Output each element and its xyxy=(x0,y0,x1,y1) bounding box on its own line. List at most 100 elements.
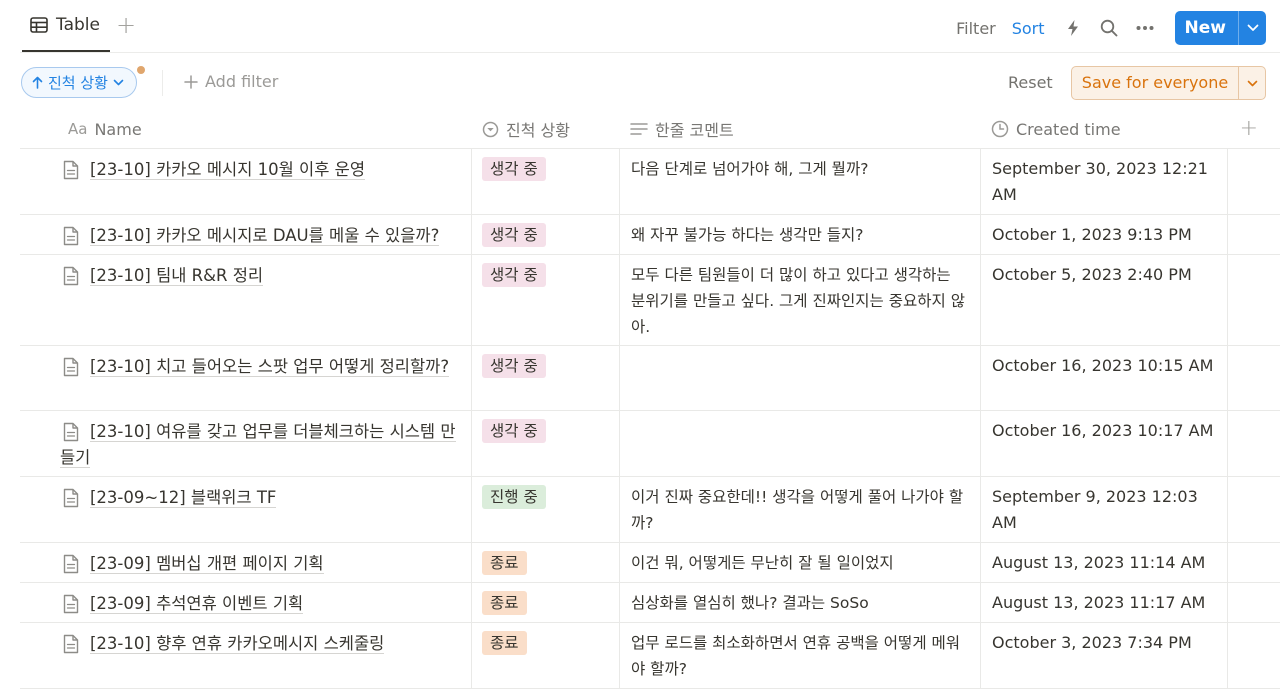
page-title-link[interactable]: [23-10] 향후 연휴 카카오메시지 스케줄링 xyxy=(60,631,457,657)
created-time-cell[interactable]: October 16, 2023 10:15 AM xyxy=(980,346,1227,410)
status-cell[interactable]: 진행 중 xyxy=(471,477,619,542)
unsaved-indicator-dot xyxy=(137,66,145,74)
status-cell[interactable]: 종료 xyxy=(471,543,619,582)
status-tag: 종료 xyxy=(482,551,527,575)
comment-cell[interactable]: 왜 자꾸 불가능 하다는 생각만 들지? xyxy=(619,215,980,254)
table-row[interactable]: [23-10] 카카오 메시지로 DAU를 메울 수 있을까? 생각 중 왜 자꾸 … xyxy=(20,215,1280,255)
status-cell[interactable]: 종료 xyxy=(471,583,619,622)
comment-cell[interactable] xyxy=(619,411,980,476)
automation-button[interactable] xyxy=(1059,14,1087,42)
save-for-everyone-button[interactable]: Save for everyone xyxy=(1072,67,1238,99)
created-time-text: October 1, 2023 9:13 PM xyxy=(992,225,1192,244)
status-cell[interactable]: 종료 xyxy=(471,623,619,688)
column-header-name[interactable]: Aa Name xyxy=(68,110,142,148)
save-dropdown-button[interactable] xyxy=(1238,67,1265,99)
sort-rule-pill[interactable]: 진척 상황 xyxy=(21,67,137,98)
empty-cell[interactable] xyxy=(1227,583,1280,622)
column-header-comment[interactable]: 한줄 코멘트 xyxy=(630,110,734,148)
name-cell[interactable]: [23-10] 여유를 갖고 업무를 더블체크하는 시스템 만들기 xyxy=(20,411,471,476)
created-time-cell[interactable]: October 5, 2023 2:40 PM xyxy=(980,255,1227,345)
created-time-cell[interactable]: August 13, 2023 11:17 AM xyxy=(980,583,1227,622)
comment-text: 이거 진짜 중요한데!! 생각을 어떻게 풀어 나가야 할까? xyxy=(631,488,964,532)
comment-cell[interactable]: 이거 진짜 중요한데!! 생각을 어떻게 풀어 나가야 할까? xyxy=(619,477,980,542)
created-time-cell[interactable]: September 30, 2023 12:21 AM xyxy=(980,149,1227,214)
filter-button[interactable]: Filter xyxy=(956,19,996,38)
add-property-button[interactable]: + xyxy=(1240,116,1258,141)
page-title-link[interactable]: [23-09~12] 블랙위크 TF xyxy=(60,485,457,511)
created-time-cell[interactable]: October 1, 2023 9:13 PM xyxy=(980,215,1227,254)
table-row[interactable]: [23-09] 추석연휴 이벤트 기획 종료 심상화를 열심히 했나? 결과는 So… xyxy=(20,583,1280,623)
tab-table-view[interactable]: Table xyxy=(22,0,110,52)
empty-cell[interactable] xyxy=(1227,623,1280,688)
comment-cell[interactable]: 심상화를 열심히 했나? 결과는 SoSo xyxy=(619,583,980,622)
reset-button[interactable]: Reset xyxy=(1008,73,1053,92)
new-button[interactable]: New xyxy=(1175,11,1238,45)
database-table: Aa Name 진척 상황 한줄 코멘트 Created time + [23-… xyxy=(20,110,1280,689)
page-title-link[interactable]: [23-10] 치고 들어오는 스팟 업무 어떻게 정리할까? xyxy=(60,354,457,380)
status-select-icon xyxy=(482,121,499,137)
column-header-status[interactable]: 진척 상황 xyxy=(482,110,570,148)
created-time-text: October 16, 2023 10:15 AM xyxy=(992,356,1214,375)
empty-cell[interactable] xyxy=(1227,215,1280,254)
page-title-text: [23-09] 멤버십 개편 페이지 기획 xyxy=(90,554,324,574)
new-button-group: New xyxy=(1174,11,1266,45)
name-cell[interactable]: [23-09~12] 블랙위크 TF xyxy=(20,477,471,542)
more-options-button[interactable] xyxy=(1131,14,1159,42)
empty-cell[interactable] xyxy=(1227,255,1280,345)
name-cell[interactable]: [23-09] 멤버십 개편 페이지 기획 xyxy=(20,543,471,582)
empty-cell[interactable] xyxy=(1227,149,1280,214)
new-dropdown-button[interactable] xyxy=(1238,11,1266,45)
table-row[interactable]: [23-10] 팀내 R&R 정리 생각 중 모두 다른 팀원들이 더 많이 하고 … xyxy=(20,255,1280,346)
column-status-label: 진척 상황 xyxy=(506,121,570,140)
comment-cell[interactable]: 업무 로드를 최소화하면서 연휴 공백을 어떻게 메워야 할까? xyxy=(619,623,980,688)
column-name-label: Name xyxy=(94,119,142,139)
sort-button[interactable]: Sort xyxy=(1012,19,1045,38)
status-cell[interactable]: 생각 중 xyxy=(471,215,619,254)
page-title-link[interactable]: [23-10] 카카오 메시지 10월 이후 운영 xyxy=(60,157,457,183)
created-time-cell[interactable]: August 13, 2023 11:14 AM xyxy=(980,543,1227,582)
created-time-text: October 5, 2023 2:40 PM xyxy=(992,265,1192,284)
page-title-text: [23-10] 여유를 갖고 업무를 더블체크하는 시스템 만들기 xyxy=(60,422,456,468)
table-row[interactable]: [23-10] 향후 연휴 카카오메시지 스케줄링 종료 업무 로드를 최소화하면서… xyxy=(20,623,1280,689)
page-title-link[interactable]: [23-10] 카카오 메시지로 DAU를 메울 수 있을까? xyxy=(60,223,457,249)
add-filter-button[interactable]: Add filter xyxy=(184,72,278,91)
page-title-link[interactable]: [23-10] 팀내 R&R 정리 xyxy=(60,263,457,289)
comment-cell[interactable]: 이건 뭐, 어떻게든 무난히 잘 될 일이었지 xyxy=(619,543,980,582)
created-time-text: October 16, 2023 10:17 AM xyxy=(992,421,1214,440)
filter-bar: 진척 상황 Add filter Reset Save for everyone xyxy=(0,64,1280,102)
comment-cell[interactable] xyxy=(619,346,980,410)
created-time-text: August 13, 2023 11:17 AM xyxy=(992,593,1206,612)
toolbar-actions: Filter Sort New xyxy=(956,11,1266,45)
table-row[interactable]: [23-10] 치고 들어오는 스팟 업무 어떻게 정리할까? 생각 중 Octob… xyxy=(20,346,1280,411)
table-row[interactable]: [23-09~12] 블랙위크 TF 진행 중 이거 진짜 중요한데!! 생각을 어… xyxy=(20,477,1280,543)
table-row[interactable]: [23-10] 여유를 갖고 업무를 더블체크하는 시스템 만들기 생각 중 Oct… xyxy=(20,411,1280,477)
page-title-link[interactable]: [23-09] 추석연휴 이벤트 기획 xyxy=(60,591,457,617)
comment-cell[interactable]: 다음 단계로 넘어가야 해, 그게 뭘까? xyxy=(619,149,980,214)
comment-cell[interactable]: 모두 다른 팀원들이 더 많이 하고 있다고 생각하는 분위기를 만들고 싶다.… xyxy=(619,255,980,345)
column-header-created[interactable]: Created time xyxy=(991,110,1121,148)
name-cell[interactable]: [23-10] 카카오 메시지로 DAU를 메울 수 있을까? xyxy=(20,215,471,254)
empty-cell[interactable] xyxy=(1227,543,1280,582)
name-cell[interactable]: [23-09] 추석연휴 이벤트 기획 xyxy=(20,583,471,622)
page-title-link[interactable]: [23-10] 여유를 갖고 업무를 더블체크하는 시스템 만들기 xyxy=(60,419,457,471)
status-cell[interactable]: 생각 중 xyxy=(471,255,619,345)
status-cell[interactable]: 생각 중 xyxy=(471,411,619,476)
add-view-button[interactable]: + xyxy=(114,13,138,38)
created-time-cell[interactable]: September 9, 2023 12:03 AM xyxy=(980,477,1227,542)
table-row[interactable]: [23-09] 멤버십 개편 페이지 기획 종료 이건 뭐, 어떻게든 무난히 잘 … xyxy=(20,543,1280,583)
table-body: [23-10] 카카오 메시지 10월 이후 운영 생각 중 다음 단계로 넘어가야… xyxy=(20,149,1280,689)
name-cell[interactable]: [23-10] 팀내 R&R 정리 xyxy=(20,255,471,345)
search-button[interactable] xyxy=(1095,14,1123,42)
empty-cell[interactable] xyxy=(1227,346,1280,410)
status-cell[interactable]: 생각 중 xyxy=(471,346,619,410)
status-cell[interactable]: 생각 중 xyxy=(471,149,619,214)
name-cell[interactable]: [23-10] 치고 들어오는 스팟 업무 어떻게 정리할까? xyxy=(20,346,471,410)
table-row[interactable]: [23-10] 카카오 메시지 10월 이후 운영 생각 중 다음 단계로 넘어가야… xyxy=(20,149,1280,215)
page-title-link[interactable]: [23-09] 멤버십 개편 페이지 기획 xyxy=(60,551,457,577)
empty-cell[interactable] xyxy=(1227,411,1280,476)
created-time-cell[interactable]: October 16, 2023 10:17 AM xyxy=(980,411,1227,476)
empty-cell[interactable] xyxy=(1227,477,1280,542)
name-cell[interactable]: [23-10] 향후 연휴 카카오메시지 스케줄링 xyxy=(20,623,471,688)
name-cell[interactable]: [23-10] 카카오 메시지 10월 이후 운영 xyxy=(20,149,471,214)
created-time-cell[interactable]: October 3, 2023 7:34 PM xyxy=(980,623,1227,688)
